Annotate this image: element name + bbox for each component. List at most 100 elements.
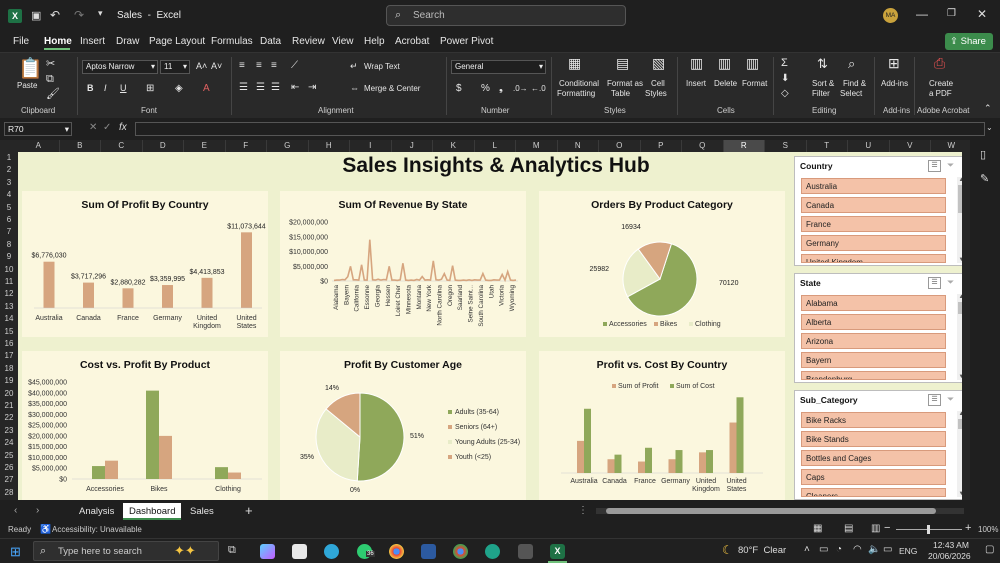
column-header[interactable]: K <box>433 140 475 152</box>
merge-center-icon[interactable]: ⇔ <box>350 83 359 94</box>
format-painter-icon[interactable]: 🖌 <box>46 89 60 100</box>
column-header[interactable]: N <box>558 140 599 152</box>
comma-icon[interactable]: ❟ <box>499 83 503 94</box>
wrap-text-icon[interactable]: ↵ <box>350 61 358 72</box>
slicer-item[interactable]: Arizona <box>801 333 946 349</box>
add-sheet-icon[interactable]: + <box>245 503 253 518</box>
row-header[interactable]: 18 <box>0 364 18 373</box>
align-left-icon[interactable]: ☰ <box>239 82 248 93</box>
next-sheet-icon[interactable]: › <box>36 505 39 516</box>
row-header[interactable]: 1 <box>0 153 18 162</box>
row-header[interactable]: 5 <box>0 203 18 212</box>
slicer-item[interactable]: Cleaners <box>801 488 946 497</box>
currency-icon[interactable]: $ <box>456 83 462 94</box>
tray-app-icon[interactable]: ▭ <box>819 544 828 555</box>
slicer-sub-category[interactable]: Sub_Category ☰ ⏷ Bike Racks Bike Stands … <box>794 390 969 500</box>
row-header[interactable]: 9 <box>0 252 18 261</box>
format-cells-button[interactable]: Format <box>742 79 767 88</box>
column-header[interactable]: T <box>807 140 848 152</box>
volume-icon[interactable]: 🔈 <box>868 544 880 555</box>
slicer-item[interactable]: Australia <box>801 178 946 194</box>
tray-chevron-icon[interactable]: ˄ <box>804 544 810 555</box>
menu-formulas[interactable]: Formulas <box>211 36 253 47</box>
align-top-icon[interactable]: ≡ <box>239 60 245 71</box>
slicer-state[interactable]: State ☰ ⏷ Alabama Alberta Arizona Bayern… <box>794 273 969 383</box>
avatar[interactable]: MA <box>883 8 898 23</box>
column-header[interactable]: B <box>60 140 101 152</box>
clock-time[interactable]: 12:43 AM <box>933 540 969 550</box>
cell-styles-button[interactable]: Cell <box>651 79 665 88</box>
slicer-item[interactable]: Caps <box>801 469 946 485</box>
row-header[interactable]: 28 <box>0 488 18 497</box>
slicer-item[interactable]: Alberta <box>801 314 946 330</box>
chart-profit-by-age[interactable]: Profit By Customer Age 51% 0% 35% 14% Adults… <box>280 351 526 500</box>
row-header[interactable]: 13 <box>0 302 18 311</box>
row-header[interactable]: 16 <box>0 339 18 348</box>
clear-filter-icon[interactable]: ⏷ <box>947 277 954 288</box>
paste-icon[interactable]: 📋 <box>18 59 43 79</box>
menu-home[interactable]: Home <box>44 36 72 47</box>
row-header[interactable]: 19 <box>0 376 18 385</box>
taskbar-search[interactable]: ⌕ Type here to search ✦✦ <box>33 541 219 561</box>
font-size-select[interactable]: 11 ▾ <box>160 60 190 74</box>
row-header[interactable]: 8 <box>0 240 18 249</box>
bold-button[interactable]: B <box>87 83 94 94</box>
zoom-thumb[interactable] <box>927 525 930 534</box>
zoom-in-icon[interactable]: + <box>965 522 971 534</box>
chart-profit-vs-cost-by-country[interactable]: Profit vs. Cost By Country Sum of Profit… <box>539 351 785 500</box>
conditional-formatting-button[interactable]: Conditional <box>559 79 599 88</box>
multi-select-icon[interactable]: ☰ <box>928 160 941 172</box>
wifi-icon[interactable]: ◠ <box>853 544 862 555</box>
copilot-app-icon[interactable] <box>260 544 275 559</box>
restore-icon[interactable]: ❐ <box>947 8 956 19</box>
column-header[interactable]: C <box>101 140 143 152</box>
increase-font-icon[interactable]: A˄ <box>196 61 207 72</box>
normal-view-icon[interactable]: ▦ <box>813 523 822 534</box>
chart-revenue-by-state[interactable]: Sum Of Revenue By State $20,000,000 $15,0… <box>280 191 526 337</box>
row-header[interactable]: 4 <box>0 190 18 199</box>
add-ins-button[interactable]: Add-ins <box>881 79 908 88</box>
tab-analysis[interactable]: Analysis <box>73 503 120 520</box>
create-pdf-button[interactable]: Create <box>929 79 953 88</box>
menu-view[interactable]: View <box>332 36 354 47</box>
borders-icon[interactable]: ⊞ <box>146 83 154 94</box>
expand-formula-icon[interactable]: ⌄ <box>986 123 993 132</box>
menu-help[interactable]: Help <box>364 36 385 47</box>
row-header[interactable]: 2 <box>0 165 18 174</box>
row-header[interactable]: 14 <box>0 314 18 323</box>
cell-styles-icon[interactable]: ▧ <box>652 56 665 70</box>
paste-button[interactable]: Paste <box>17 81 37 90</box>
row-header[interactable]: 3 <box>0 178 18 187</box>
delete-cells-icon[interactable]: ▥ <box>718 56 731 70</box>
menu-data[interactable]: Data <box>260 36 281 47</box>
row-header[interactable]: 25 <box>0 451 18 460</box>
undo-icon[interactable]: ↶ <box>50 8 60 22</box>
cut-icon[interactable]: ✂ <box>46 59 55 70</box>
tabs-more-icon[interactable]: ⋮ <box>578 505 588 516</box>
fill-color-icon[interactable]: ◈ <box>175 83 183 94</box>
insert-function-button[interactable]: fx <box>119 122 127 133</box>
find-select-button[interactable]: Find & <box>843 79 866 88</box>
format-as-table-icon[interactable]: ▤ <box>616 56 629 70</box>
column-header[interactable]: U <box>848 140 890 152</box>
search-box[interactable]: ⌕ Search <box>386 5 626 26</box>
status-accessibility[interactable]: Accessibility: Unavailable <box>52 525 142 534</box>
menu-page-layout[interactable]: Page Layout <box>149 36 205 47</box>
row-header[interactable]: 27 <box>0 475 18 484</box>
slicer-item[interactable]: Bottles and Cages <box>801 450 946 466</box>
conditional-formatting-icon[interactable]: ▦ <box>568 56 581 70</box>
row-header[interactable]: 23 <box>0 426 18 435</box>
language-indicator[interactable]: ENG <box>899 546 917 556</box>
slicer-item[interactable]: Bike Racks <box>801 412 946 428</box>
menu-draw[interactable]: Draw <box>116 36 139 47</box>
weather-text[interactable]: 80°F Clear <box>738 545 786 556</box>
menu-file[interactable]: File <box>13 36 29 47</box>
clock-date[interactable]: 20/06/2026 <box>928 551 971 561</box>
qat-more-icon[interactable]: ▾ <box>98 8 103 19</box>
column-header[interactable]: O <box>599 140 641 152</box>
close-icon[interactable]: ✕ <box>977 7 987 21</box>
app-icon[interactable] <box>421 544 436 559</box>
delete-cells-button[interactable]: Delete <box>714 79 737 88</box>
row-header[interactable]: 11 <box>0 277 18 286</box>
ribbon-collapse-icon[interactable]: ⌃ <box>984 103 992 114</box>
